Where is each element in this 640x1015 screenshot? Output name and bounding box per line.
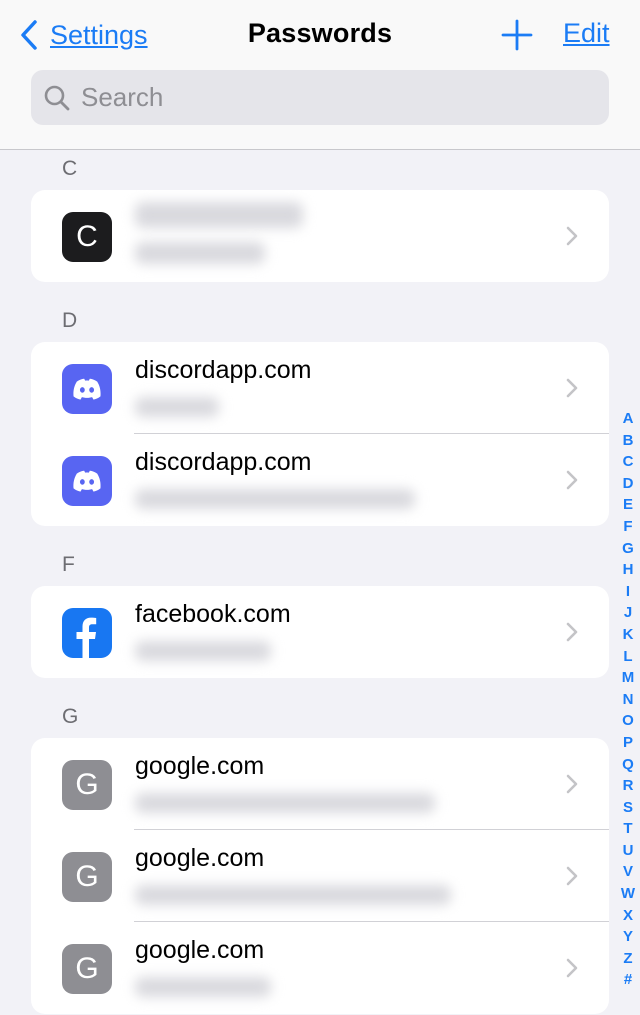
index-letter[interactable]: J [617, 602, 639, 624]
index-letter[interactable]: N [617, 689, 639, 711]
index-letter[interactable]: # [617, 969, 639, 991]
site-name: facebook.com [135, 600, 291, 628]
site-name: google.com [135, 752, 265, 780]
section-header-g: G [62, 705, 79, 728]
chevron-right-icon [566, 866, 578, 886]
password-group-c: C [31, 190, 609, 282]
discord-icon [62, 364, 112, 414]
facebook-icon [62, 608, 112, 658]
edit-button[interactable]: Edit [563, 18, 610, 49]
index-letter[interactable]: W [617, 883, 639, 905]
section-header-f: F [62, 553, 75, 576]
password-row[interactable]: discordapp.com [31, 342, 609, 434]
password-row[interactable]: facebook.com [31, 586, 609, 678]
index-letter[interactable]: V [617, 861, 639, 883]
chevron-right-icon [566, 470, 578, 490]
section-index[interactable]: A B C D E F G H I J K L M N O P Q R S T … [617, 408, 639, 991]
index-letter[interactable]: B [617, 430, 639, 452]
index-letter[interactable]: A [617, 408, 639, 430]
index-letter[interactable]: I [617, 581, 639, 603]
password-row[interactable]: G google.com [31, 922, 609, 1014]
password-group-g: G google.com G google.com G google.com [31, 738, 609, 1014]
site-name: discordapp.com [135, 448, 312, 476]
site-name: discordapp.com [135, 356, 312, 384]
index-letter[interactable]: D [617, 473, 639, 495]
site-letter-icon: G [62, 760, 112, 810]
index-letter[interactable]: Q [617, 754, 639, 776]
password-row[interactable]: discordapp.com [31, 434, 609, 526]
password-row[interactable]: G google.com [31, 738, 609, 830]
password-group-d: discordapp.com discordapp.com [31, 342, 609, 526]
redacted-username [135, 885, 451, 905]
chevron-right-icon [566, 226, 578, 246]
index-letter[interactable]: M [617, 667, 639, 689]
chevron-right-icon [566, 958, 578, 978]
index-letter[interactable]: E [617, 494, 639, 516]
site-letter-icon: G [62, 944, 112, 994]
index-letter[interactable]: P [617, 732, 639, 754]
index-letter[interactable]: Y [617, 926, 639, 948]
search-bar[interactable] [31, 70, 609, 125]
index-letter[interactable]: U [617, 840, 639, 862]
redacted-username [135, 397, 219, 417]
search-input[interactable] [79, 81, 583, 114]
index-letter[interactable]: C [617, 451, 639, 473]
section-header-d: D [62, 309, 78, 332]
site-name: google.com [135, 936, 265, 964]
index-letter[interactable]: G [617, 538, 639, 560]
add-icon[interactable] [500, 18, 534, 52]
index-letter[interactable]: H [617, 559, 639, 581]
index-letter[interactable]: K [617, 624, 639, 646]
section-header-c: C [62, 157, 78, 180]
site-name: google.com [135, 844, 265, 872]
redacted-username [135, 977, 271, 997]
password-group-f: facebook.com [31, 586, 609, 678]
redacted-username [135, 641, 271, 661]
index-letter[interactable]: Z [617, 948, 639, 970]
chevron-right-icon [566, 774, 578, 794]
index-letter[interactable]: R [617, 775, 639, 797]
index-letter[interactable]: F [617, 516, 639, 538]
redacted-username [135, 489, 415, 509]
discord-icon [62, 456, 112, 506]
chevron-right-icon [566, 378, 578, 398]
search-icon [44, 85, 70, 110]
index-letter[interactable]: O [617, 710, 639, 732]
navigation-bar: Settings Passwords Edit [0, 0, 640, 150]
redacted-username [135, 242, 265, 264]
page-title: Passwords [247, 18, 393, 48]
site-letter-icon: C [62, 212, 112, 262]
redacted-site [135, 202, 303, 228]
index-letter[interactable]: L [617, 646, 639, 668]
index-letter[interactable]: T [617, 818, 639, 840]
chevron-right-icon [566, 622, 578, 642]
index-letter[interactable]: S [617, 797, 639, 819]
redacted-username [135, 793, 435, 813]
password-row[interactable]: G google.com [31, 830, 609, 922]
index-letter[interactable]: X [617, 905, 639, 927]
password-row[interactable]: C [31, 190, 609, 282]
site-letter-icon: G [62, 852, 112, 902]
